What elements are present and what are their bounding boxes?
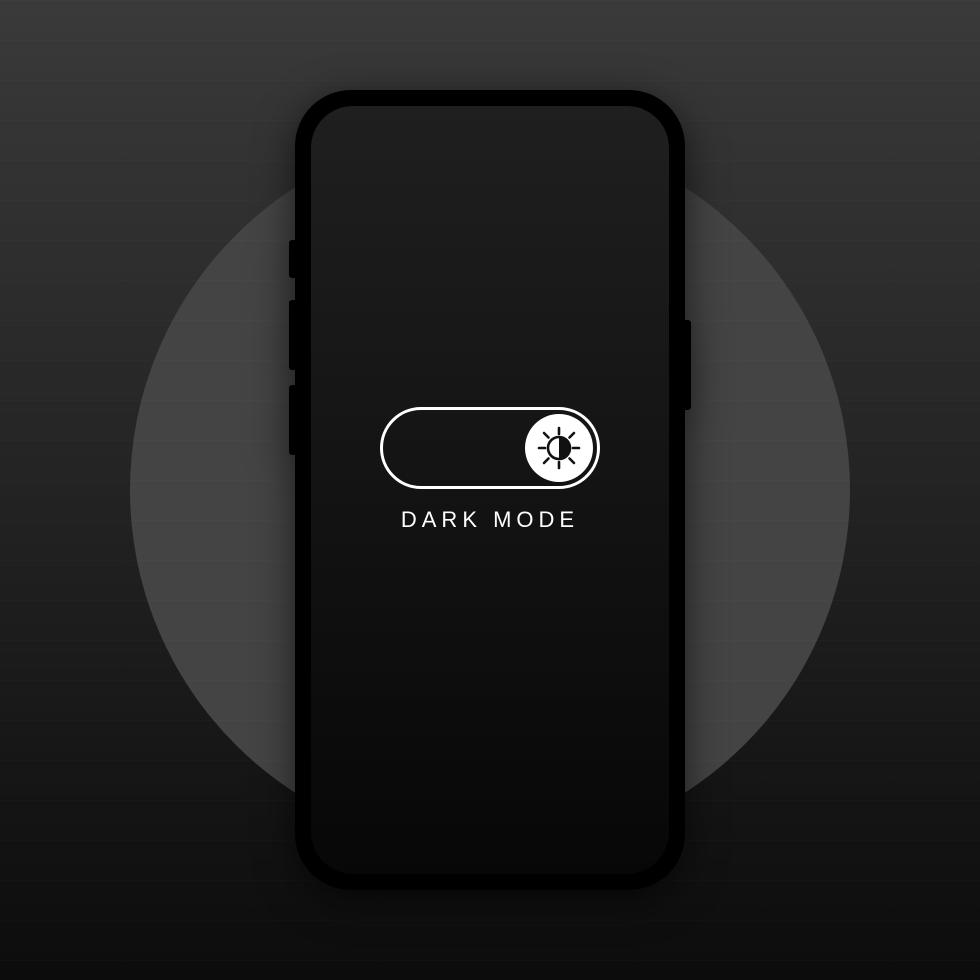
phone-mockup: DARK MODE bbox=[295, 90, 685, 890]
phone-power-button bbox=[685, 320, 691, 410]
dark-mode-label: DARK MODE bbox=[401, 507, 579, 533]
brightness-contrast-icon bbox=[537, 426, 581, 470]
stage: DARK MODE bbox=[0, 0, 980, 980]
phone-screen: DARK MODE bbox=[311, 106, 669, 874]
toggle-knob bbox=[525, 414, 593, 482]
dark-mode-control: DARK MODE bbox=[380, 407, 600, 533]
dark-mode-toggle[interactable] bbox=[380, 407, 600, 489]
